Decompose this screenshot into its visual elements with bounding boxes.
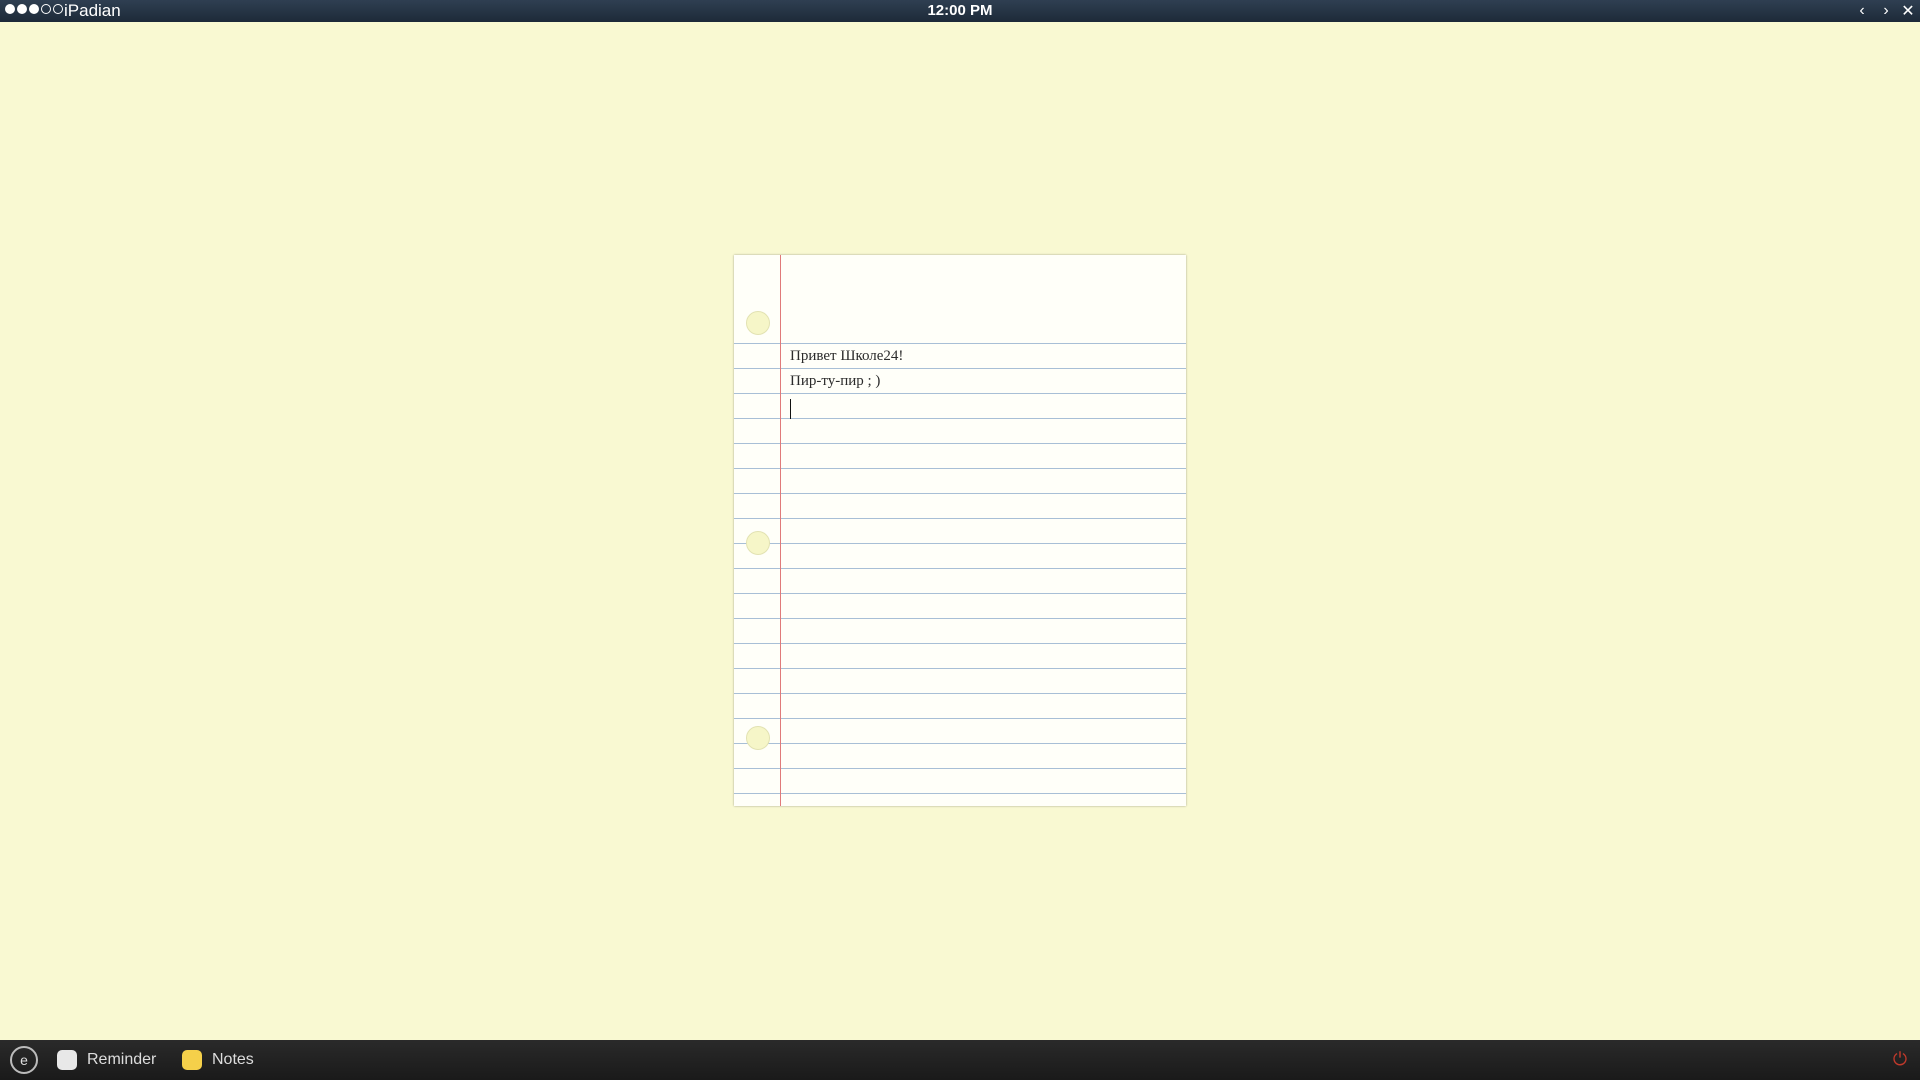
binder-hole [746,311,770,335]
binder-hole [746,531,770,555]
binder-hole [746,726,770,750]
start-button[interactable]: e [10,1046,38,1074]
power-icon: ⏻ [1892,1048,1908,1069]
forward-button[interactable]: › [1876,1,1896,21]
close-icon: ✕ [1901,3,1915,20]
close-button[interactable]: ✕ [1898,1,1918,21]
taskbar-item-label: Reminder [87,1051,157,1068]
note-header-area [734,255,1186,319]
note-text-line[interactable]: Пир-ту-пир ; ) [790,373,880,390]
notes-icon [182,1050,202,1070]
power-button[interactable]: ⏻ [1890,1049,1910,1069]
note-paper[interactable]: Привет Школе24! Пир-ту-пир ; ) [734,255,1186,806]
status-bar: iPadian 12:00 PM ‹ › ✕ [0,0,1920,22]
taskbar-item-notes[interactable]: Notes [182,1040,254,1080]
chevron-right-icon: › [1883,2,1889,19]
taskbar-item-reminder[interactable]: Reminder [57,1040,156,1080]
status-clock: 12:00 PM [927,2,993,19]
text-cursor [790,399,791,419]
start-icon: e [20,1052,28,1068]
margin-line [780,255,781,806]
back-button[interactable]: ‹ [1852,1,1872,21]
taskbar-item-label: Notes [212,1051,254,1068]
note-text-line[interactable]: Привет Школе24! [790,348,903,365]
taskbar: e Reminder Notes ⏻ [0,1040,1920,1080]
reminder-icon [57,1050,77,1070]
chevron-left-icon: ‹ [1859,2,1865,19]
